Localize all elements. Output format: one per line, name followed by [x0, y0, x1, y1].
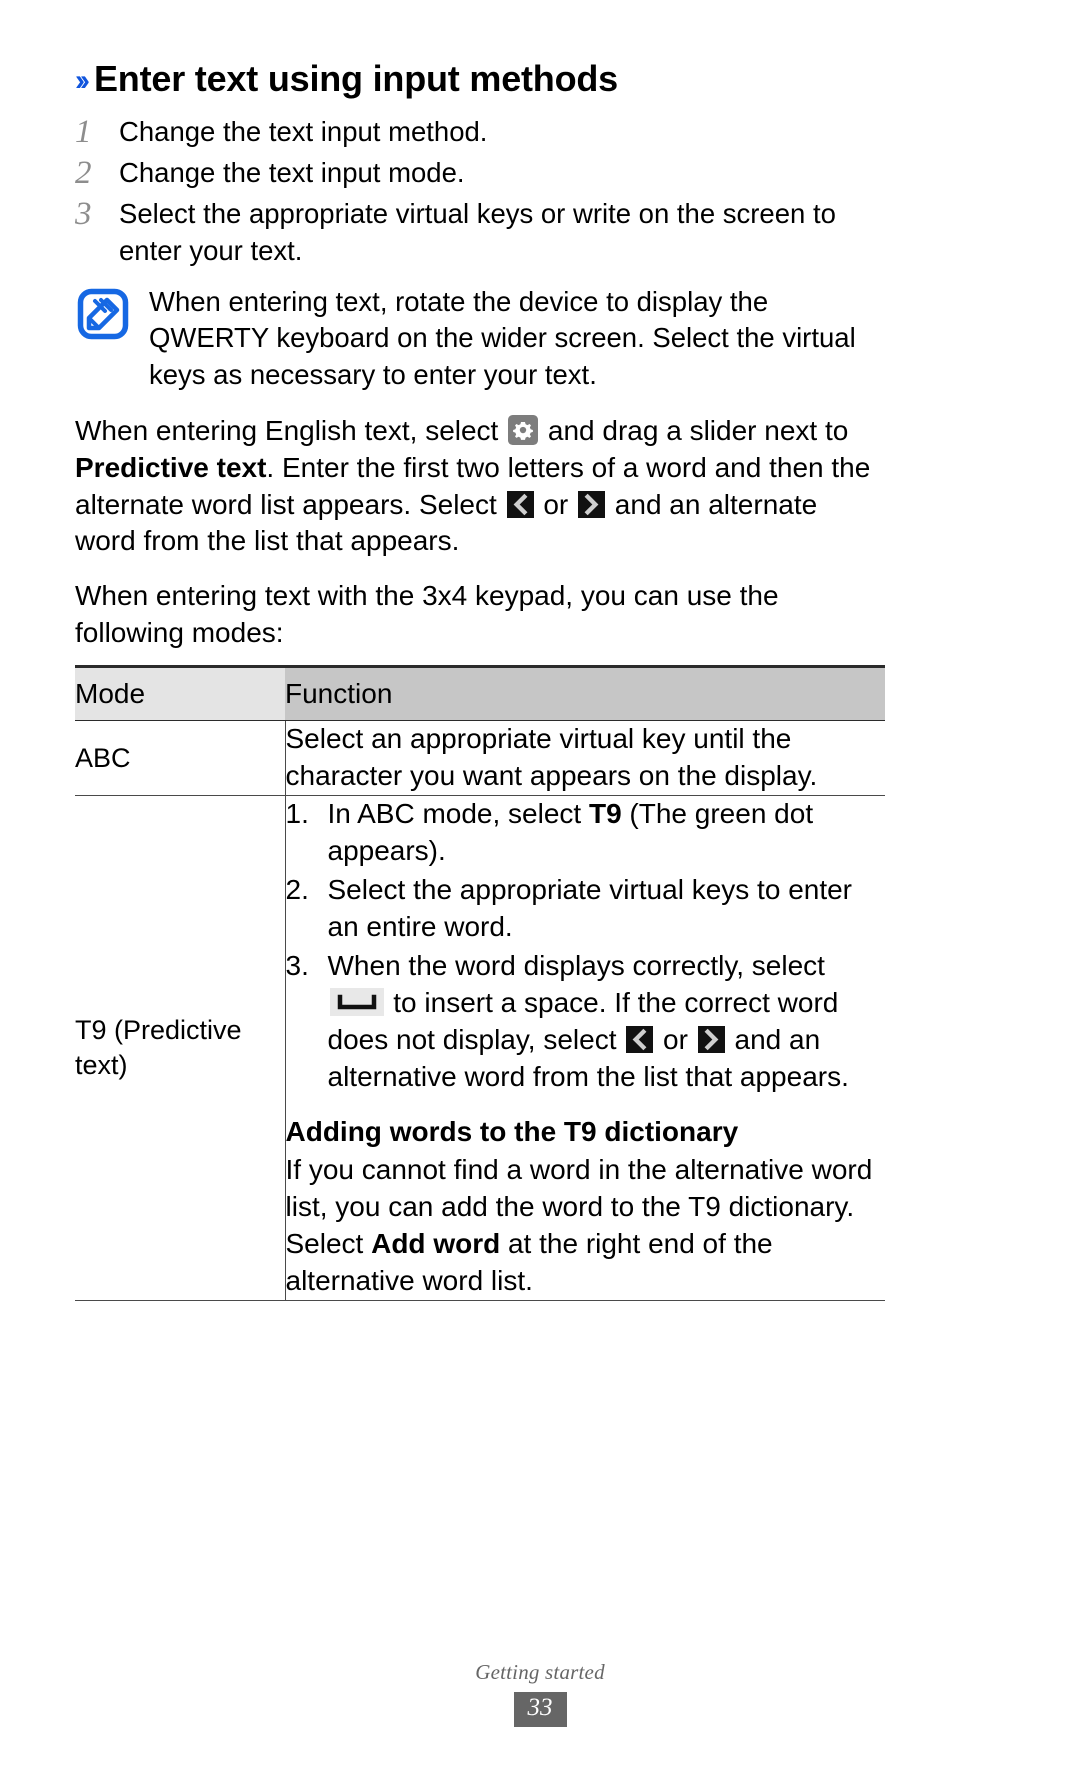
paragraph-bold-predictive-text: Predictive text [75, 451, 267, 483]
text-part: or [655, 1023, 696, 1055]
text-bold-add-word: Add word [371, 1228, 501, 1260]
cell-function-abc: Select an appropriate virtual key until … [285, 720, 885, 797]
text-part: When the word displays correctly, select [327, 949, 825, 981]
modes-table: Mode Function ABC Select an appropriate … [75, 665, 885, 1301]
gear-icon [508, 415, 539, 446]
chevron-left-icon [626, 1025, 654, 1053]
note-pen-icon [77, 288, 129, 340]
footer-section-title: Getting started [475, 1660, 605, 1684]
paragraph-part: When entering English text, select [75, 415, 507, 447]
list-item: 2 Change the text input mode. [75, 155, 885, 192]
space-bar-icon [329, 987, 384, 1016]
step-text: Change the text input mode. [119, 157, 465, 189]
table-row: T9 (Predictive text) 1. In ABC mode, sel… [75, 795, 886, 1301]
paragraph-part: or [535, 488, 577, 520]
cell-mode-t9: T9 (Predictive text) [75, 795, 286, 1301]
list-item-number: 1. [285, 798, 309, 830]
list-item-number: 3. [285, 949, 309, 981]
step-number: 1 [75, 114, 92, 151]
table-row: ABC Select an appropriate virtual key un… [75, 720, 885, 797]
step-number: 2 [75, 155, 92, 192]
step-text: Select the appropriate virtual keys or w… [119, 198, 836, 266]
text-bold-t9: T9 [588, 798, 622, 830]
list-item: 3. When the word displays correctly, sel… [286, 948, 886, 1096]
paragraph-part: and drag a slider next to [540, 415, 849, 447]
list-item: 2. Select the appropriate virtual keys t… [286, 872, 886, 946]
cell-mode-abc: ABC [75, 720, 286, 797]
cell-function-t9: 1. In ABC mode, select T9 (The green dot… [285, 795, 886, 1301]
page-number-badge: 33 [513, 1692, 567, 1727]
page-footer: Getting started 33 [0, 1660, 1080, 1727]
paragraph-predictive-text: When entering English text, select and d… [75, 413, 885, 560]
step-text: Change the text input method. [119, 116, 488, 148]
paragraph-t9-dictionary: If you cannot find a word in the alterna… [286, 1152, 886, 1300]
column-header-function: Function [285, 665, 885, 722]
list-item-text: Select the appropriate virtual keys to e… [327, 874, 853, 942]
chevron-right-icon [697, 1025, 725, 1053]
chevron-left-icon [506, 490, 534, 518]
text-part: In ABC mode, select [327, 798, 589, 830]
list-item-text: In ABC mode, select T9 (The green dot ap… [328, 796, 886, 870]
page-title: ›› Enter text using input methods [75, 58, 885, 100]
chevron-right-icon [578, 490, 606, 518]
list-item-number: 2. [285, 874, 309, 906]
paragraph-keypad-modes: When entering text with the 3x4 keypad, … [75, 579, 779, 648]
list-item-text: When the word displays correctly, select… [328, 948, 886, 1096]
chevron-double-right-icon: ›› [75, 64, 90, 97]
step-list: 1 Change the text input method. 2 Change… [75, 114, 885, 269]
list-item: 3 Select the appropriate virtual keys or… [75, 196, 885, 269]
step-number: 3 [75, 196, 92, 233]
note-callout: When entering text, rotate the device to… [75, 284, 885, 394]
table-header-row: Mode Function [75, 665, 885, 722]
list-item: 1. In ABC mode, select T9 (The green dot… [286, 796, 886, 870]
t9-step-list: 1. In ABC mode, select T9 (The green dot… [286, 796, 886, 1096]
note-text: When entering text, rotate the device to… [149, 285, 856, 390]
column-header-mode: Mode [75, 665, 285, 722]
list-item: 1 Change the text input method. [75, 114, 885, 151]
manual-page: ›› Enter text using input methods 1 Chan… [0, 0, 1080, 1771]
page-content: ›› Enter text using input methods 1 Chan… [75, 58, 885, 1301]
page-title-text: Enter text using input methods [93, 58, 619, 99]
subheading-t9-dictionary: Adding words to the T9 dictionary [285, 1115, 739, 1147]
